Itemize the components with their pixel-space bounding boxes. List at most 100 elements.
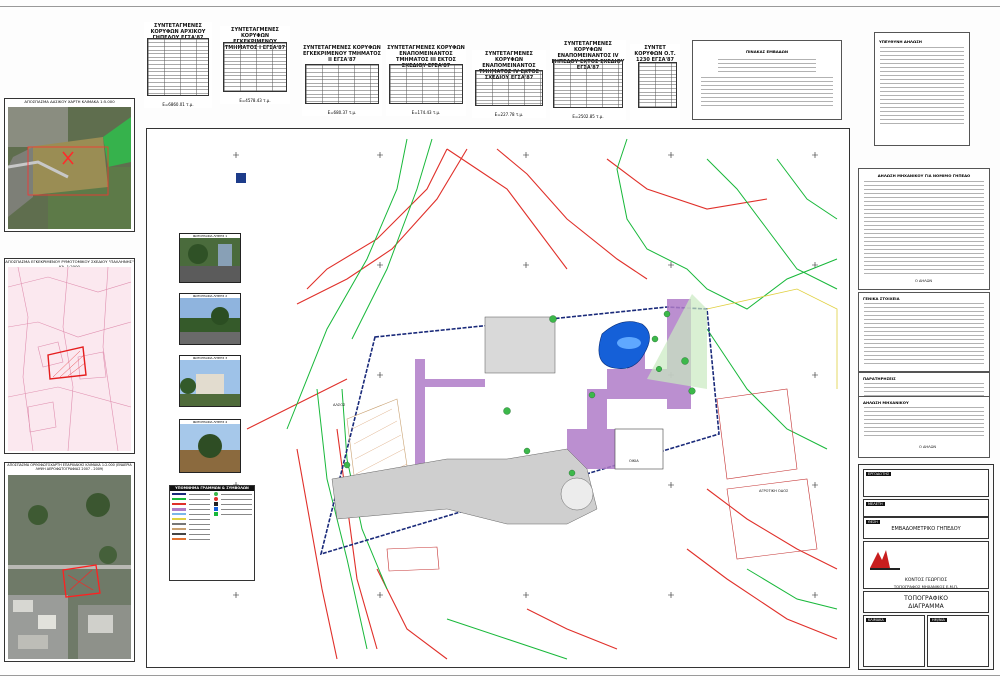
coord-table-area: Ε=680.37 τ.μ. <box>327 110 357 115</box>
panel-title: ΔΗΛΩΣΗ ΜΗΧΑΝΙΚΟΥ ΓΙΑ ΝΟΜΙΜΟ ΓΗΠΕΔΟ <box>877 173 971 178</box>
legend-item <box>172 492 210 496</box>
coord-table-grid <box>475 70 543 106</box>
legend-item <box>214 497 252 501</box>
title-block-tag: ΘΕΣΗ <box>866 520 880 524</box>
title-block: ΕΡΓΟΔΟΤΗΣ ΜΕΛΕΤΗ ΘΕΣΗ ΕΜΒΑΔΟΜΕΤΡΙΚΟ ΓΗΠΕ… <box>858 464 994 670</box>
title-block-company: ΚΟΝΤΟΣ ΓΕΩΡΓΙΟΣ ΤΟΠΟΓΡΑΦΟΣ ΜΗΧΑΝΙΚΟΣ Ε.Μ… <box>863 541 989 589</box>
zoning-map-image <box>8 267 131 451</box>
photo-2-image <box>180 298 240 344</box>
legend-item <box>214 502 252 506</box>
title-block-tag: ΜΕΛΕΤΗ <box>866 502 885 506</box>
photo-3-image <box>180 360 240 406</box>
coord-table-area: Ε=174.43 τ.μ. <box>411 110 441 115</box>
panel-text <box>864 181 984 275</box>
legend-item <box>172 497 210 501</box>
panel-title: ΔΗΛΩΣΗ ΜΗΧΑΝΙΚΟΥ <box>863 400 909 405</box>
north-arrow-icon <box>236 173 246 183</box>
signature-label: Ο ΔΗΛΩΝ <box>919 445 937 449</box>
project-title: ΕΜΒΑΔΟΜΕΤΡΙΚΟ ΓΗΠΕΔΟΥ <box>891 526 961 532</box>
map-caption: ΑΠΟΣΠΑΣΜΑ ΟΡΘΟΦΩΤΟΧΑΡΤΗ ΕΠΑΡΧΙΑΚΗΣ ΚΛΙΜΑ… <box>7 463 132 471</box>
legend-item <box>214 507 252 511</box>
coord-table-2: ΣΥΝΤΕΤΑΓΜΕΝΕΣ ΚΟΡΥΦΩΝ ΕΓΚΕΚΡΙΜΕΝΟΥ ΤΜΗΜΑ… <box>220 26 290 104</box>
coord-table-grid <box>638 62 677 108</box>
pool-highlight <box>617 337 641 349</box>
coord-table-title: ΣΥΝΤΕΤ ΚΟΡΥΦΩΝ Ο.Τ. 1230 ΕΓΣΑ'87 <box>634 45 676 63</box>
coord-table-area: Ε=227.78 τ.μ. <box>494 112 524 117</box>
topographic-plan <box>233 138 838 660</box>
engineer-declaration-panel: ΔΗΛΩΣΗ ΜΗΧΑΝΙΚΟΥ ΓΙΑ ΝΟΜΙΜΟ ΓΗΠΕΔΟ Ο ΔΗΛ… <box>858 168 990 290</box>
coord-table-grid <box>553 60 623 108</box>
legend-item <box>172 507 210 511</box>
declaration-panel: ΥΠΕΥΘΥΝΗ ΔΗΛΩΣΗ <box>874 32 970 146</box>
topographic-plan-frame: ΑΛΣΟΣ ΟΙΚΙΑ ΑΓΡΟΤΙΚΗ ΟΔΟΣ ΦΩΤΟΓΡΑΦΙΑ ΛΗΨ… <box>146 128 850 668</box>
label-house: ΟΙΚΙΑ <box>629 459 639 463</box>
house-outline <box>614 428 664 470</box>
panel-title: ΥΠΕΥΘΥΝΗ ΔΗΛΩΣΗ <box>879 39 922 44</box>
legend-item <box>172 512 210 516</box>
forest-map-image <box>8 107 131 229</box>
label-right-road: ΑΓΡΟΤΙΚΗ ΟΔΟΣ <box>759 489 789 493</box>
signature-label: Ο ΔΗΛΩΝ <box>915 279 933 283</box>
panel-title: ΓΕΝΙΚΑ ΣΤΟΙΧΕΙΑ <box>863 296 900 301</box>
panel-title: ΠΙΝΑΚΑΣ ΕΜΒΑΔΩΝ <box>745 49 789 54</box>
coord-table-grid <box>389 64 463 104</box>
engineer-statement-panel: ΔΗΛΩΣΗ ΜΗΧΑΝΙΚΟΥ Ο ΔΗΛΩΝ <box>858 396 990 458</box>
coord-table-area: Ε=6860.01 τ.μ. <box>162 102 194 107</box>
photo-1-image <box>180 238 240 282</box>
property-lines-green <box>286 138 838 660</box>
area-summary-panel: ΠΙΝΑΚΑΣ ΕΜΒΑΔΩΝ <box>692 40 842 120</box>
driveway <box>331 448 598 525</box>
legend-item <box>172 522 210 526</box>
site-photo-4: ΦΩΤΟΓΡΑΦΙΑ ΛΗΨΗΣ 4 <box>179 419 241 473</box>
forest-map-panel: ΑΠΟΣΠΑΣΜΑ ΔΑΣΙΚΟΥ ΧΑΡΤΗ ΚΛΙΜΑΚΑ 1:5.000 <box>4 98 135 232</box>
drawing-title-line-1: ΤΟΠΟΓΡΑΦΙΚΟ <box>904 595 948 602</box>
top-border-line <box>0 6 1000 7</box>
site-photo-1: ΦΩΤΟΓΡΑΦΙΑ ΛΗΨΗΣ 1 <box>179 233 241 283</box>
legend-col-left <box>170 491 212 542</box>
coord-table-6: ΣΥΝΤΕΤΑΓΜΕΝΕΣ ΚΟΡΥΦΩΝ ΕΝΑΠΟΜΕΙΝΑΝΤΟΣ ΙV … <box>550 40 626 120</box>
courtyard <box>484 316 556 374</box>
coord-table-7: ΣΥΝΤΕΤ ΚΟΡΥΦΩΝ Ο.Τ. 1230 ΕΓΣΑ'87 <box>630 44 680 120</box>
title-block-study: ΜΕΛΕΤΗ <box>863 499 989 517</box>
map-caption: ΑΠΟΣΠΑΣΜΑ ΔΑΣΙΚΟΥ ΧΑΡΤΗ ΚΛΙΜΑΚΑ 1:5.000 <box>24 99 115 104</box>
legend-item <box>214 512 252 516</box>
legend-columns <box>170 491 254 542</box>
coord-table-3: ΣΥΝΤΕΤΑΓΜΕΝΕΣ ΚΟΡΥΦΩΝ ΕΓΚΕΚΡΙΜΕΝΟΥ ΤΜΗΜΑ… <box>302 44 382 116</box>
orthophoto-image <box>8 475 131 659</box>
legend-item <box>172 537 210 541</box>
title-block-tag: ΚΛΙΜΑΚΑ <box>866 618 886 622</box>
site-photo-3: ΦΩΤΟΓΡΑΦΙΑ ΛΗΨΗΣ 3 <box>179 355 241 407</box>
company-logo-icon <box>868 548 902 572</box>
roundabout <box>560 477 594 511</box>
coord-table-5: ΣΥΝΤΕΤΑΓΜΕΝΕΣ ΚΟΡΥΦΩΝ ΕΝΑΠΟΜΕΙΝΑΝΤΟΣ ΤΜΗ… <box>472 50 546 118</box>
company-title: ΤΟΠΟΓΡΑΦΟΣ ΜΗΧΑΝΙΚΟΣ Ε.Μ.Π. <box>893 584 959 589</box>
coord-table-grid <box>223 42 287 92</box>
panel-text <box>864 407 984 437</box>
coord-table-1: ΣΥΝΤΕΤΑΓΜΕΝΕΣ ΚΟΡΥΦΩΝ ΑΡΧΙΚΟΥ ΓΗΠΕΔΟΥ ΕΓ… <box>144 22 212 108</box>
coord-table-area: Ε=2502.85 τ.μ. <box>572 114 604 119</box>
title-block-tag: ΗΜ/ΝΙΑ <box>930 618 947 622</box>
legend-item <box>214 492 252 496</box>
grid-crosses <box>233 152 818 598</box>
title-block-date: ΗΜ/ΝΙΑ <box>927 615 989 667</box>
general-data-panel: ΓΕΝΙΚΑ ΣΤΟΙΧΕΙΑ <box>858 292 990 372</box>
panel-text <box>718 59 816 73</box>
orthophoto-panel: ΑΠΟΣΠΑΣΜΑ ΟΡΘΟΦΩΤΟΧΑΡΤΗ ΕΠΑΡΧΙΑΚΗΣ ΚΛΙΜΑ… <box>4 462 135 662</box>
coord-table-grid <box>147 38 209 96</box>
drawing-sheet: ΣΥΝΤΕΤΑΓΜΕΝΕΣ ΚΟΡΥΦΩΝ ΑΡΧΙΚΟΥ ΓΗΠΕΔΟΥ ΕΓ… <box>0 0 1000 680</box>
label-left-road: ΑΛΣΟΣ <box>333 403 346 407</box>
panel-text <box>701 77 833 107</box>
drawing-title-line-2: ΔΙΑΓΡΑΜΜΑ <box>908 603 944 610</box>
legend-col-right <box>212 491 254 542</box>
legend-item <box>172 532 210 536</box>
title-block-scale: ΚΛΙΜΑΚΑ <box>863 615 925 667</box>
coord-table-grid <box>305 64 379 104</box>
photo-4-image <box>180 424 240 472</box>
title-block-drawing-title: ΤΟΠΟΓΡΑΦΙΚΟ ΔΙΑΓΡΑΜΜΑ <box>863 591 989 613</box>
neighbor-outline <box>706 288 838 389</box>
title-block-owner: ΕΡΓΟΔΟΤΗΣ <box>863 469 989 497</box>
legend-item <box>172 502 210 506</box>
legend-item <box>172 527 210 531</box>
coord-table-area: Ε=4578.43 τ.μ. <box>239 98 271 103</box>
panel-title: ΠΑΡΑΤΗΡΗΣΕΙΣ <box>863 376 896 381</box>
